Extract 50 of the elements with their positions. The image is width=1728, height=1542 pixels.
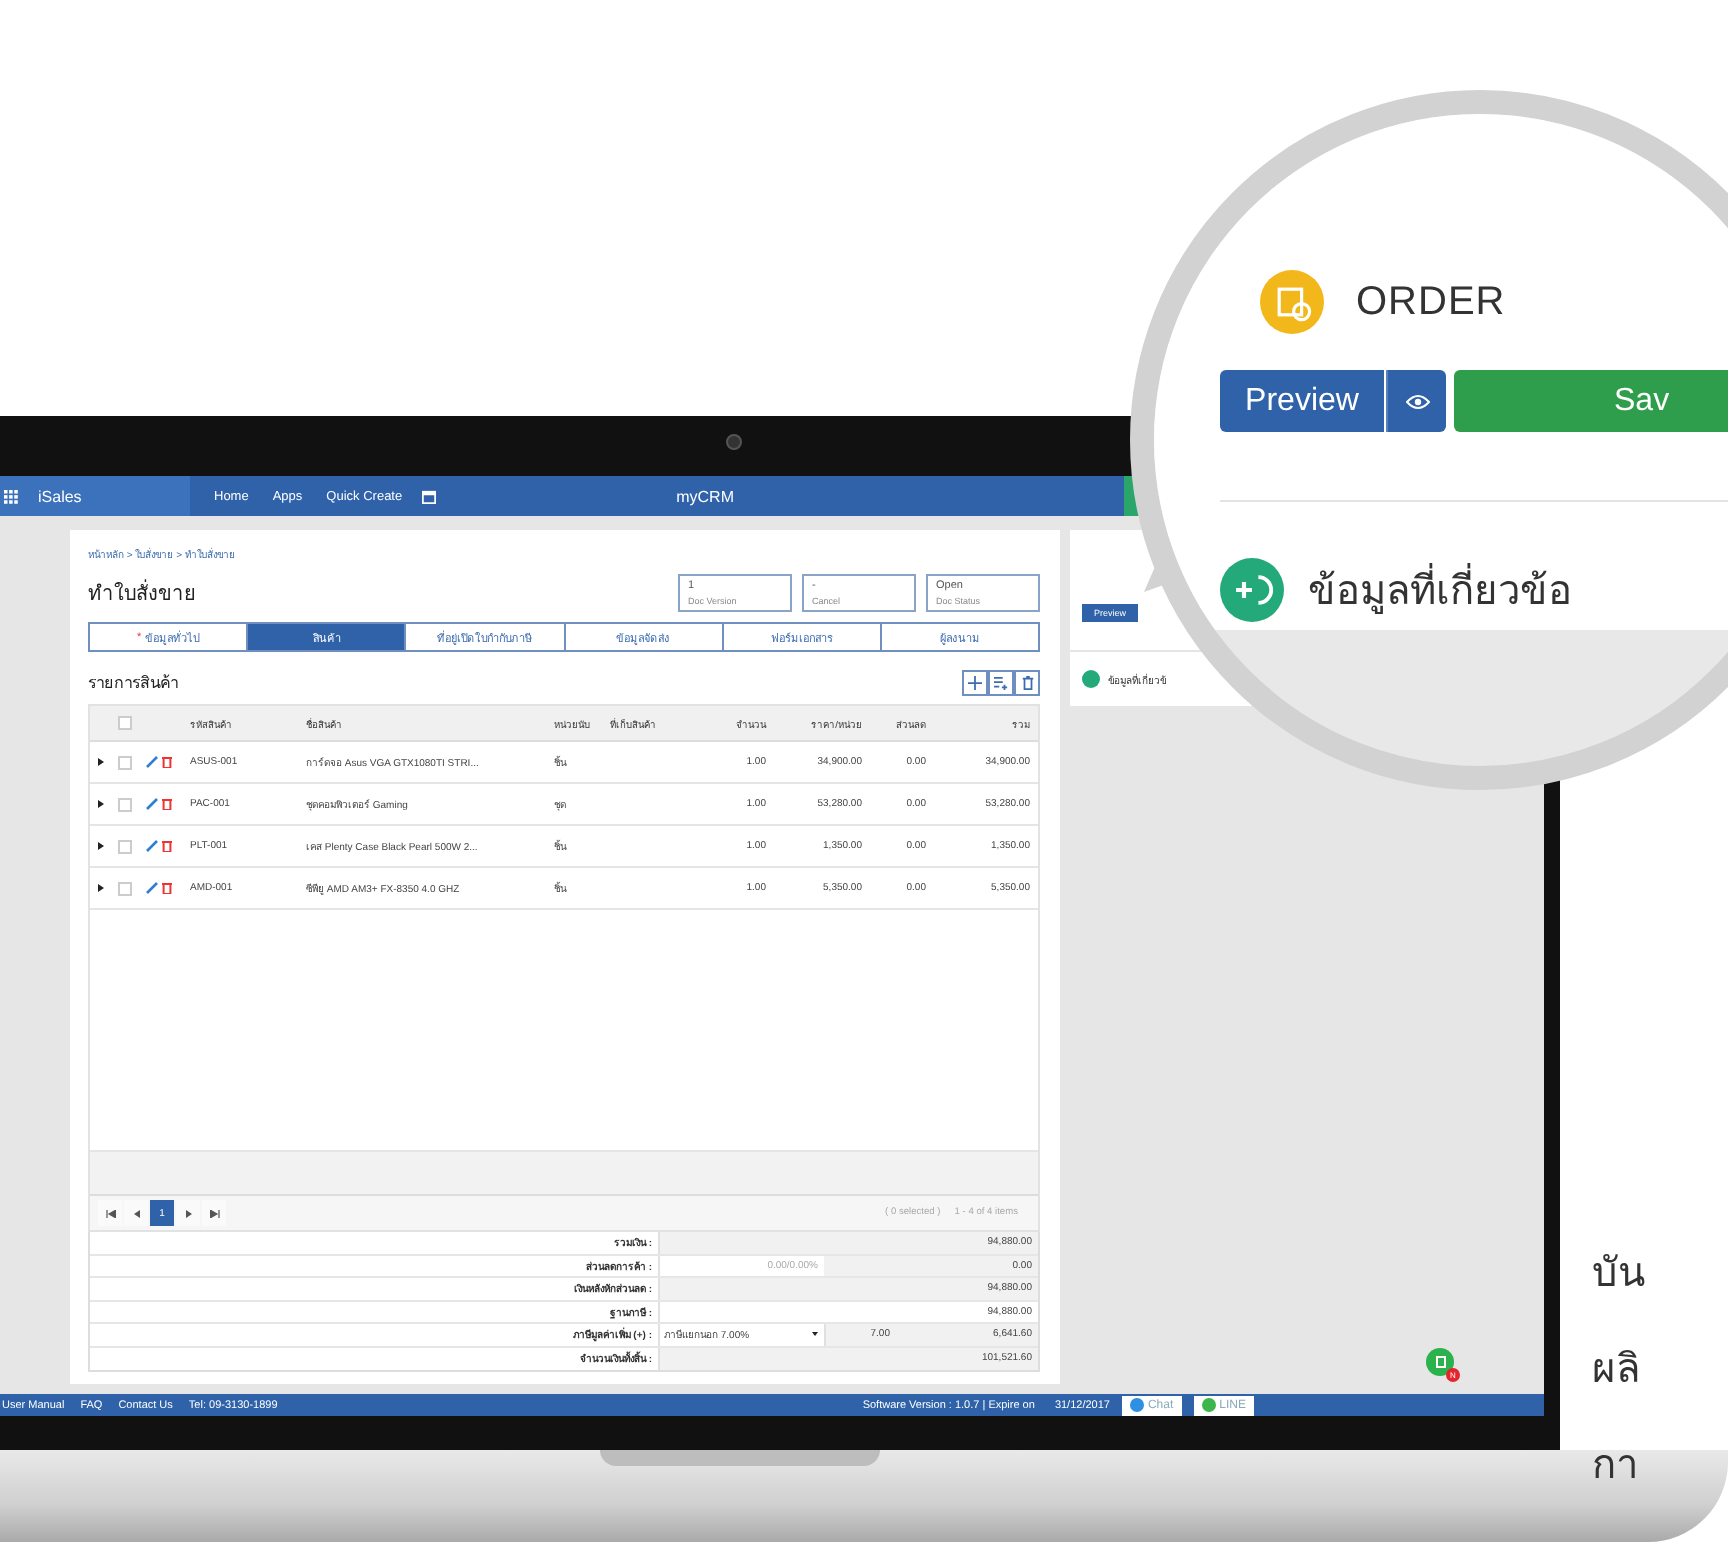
first-page-icon [105, 1209, 115, 1217]
expand-icon[interactable] [98, 758, 104, 766]
expand-icon[interactable] [98, 884, 104, 892]
preview-button[interactable]: Preview [1220, 370, 1384, 432]
next-icon [185, 1209, 191, 1217]
section-title: รายการสินค้า [88, 672, 178, 696]
row-checkbox[interactable] [118, 839, 132, 853]
calendar-icon[interactable] [422, 489, 437, 503]
trash-icon[interactable] [162, 882, 172, 894]
last-page-button[interactable] [202, 1200, 226, 1226]
trash-icon[interactable] [162, 798, 172, 810]
save-button[interactable]: Sav [1454, 370, 1728, 432]
trash-icon[interactable] [162, 756, 172, 768]
grid-icon[interactable] [4, 489, 18, 503]
list-plus-icon [994, 676, 1008, 690]
page-title: ทำใบสั่งขาย [88, 578, 196, 608]
eye-button[interactable] [1386, 370, 1446, 432]
next-page-button[interactable] [176, 1200, 200, 1226]
list-add-button[interactable] [988, 670, 1014, 696]
camera-icon [726, 434, 742, 450]
expand-icon[interactable] [98, 800, 104, 808]
caption-text: กา [1592, 1442, 1640, 1492]
caption-text: บัน [1592, 1250, 1646, 1300]
first-page-button[interactable] [98, 1200, 122, 1226]
row-checkbox[interactable] [118, 755, 132, 769]
add-button[interactable] [962, 670, 988, 696]
caption-text: ผลิ [1592, 1346, 1642, 1396]
edit-icon[interactable] [146, 882, 158, 894]
brand-name: iSales [38, 487, 82, 505]
header-checkbox[interactable] [118, 716, 132, 730]
caret-icon [812, 1332, 818, 1337]
edit-icon[interactable] [146, 798, 158, 810]
plus-icon [968, 676, 982, 690]
trash-icon [1021, 676, 1033, 690]
expand-icon[interactable] [98, 842, 104, 850]
previous-page-button[interactable] [124, 1200, 148, 1226]
trash-icon[interactable] [162, 840, 172, 852]
app-name: myCRM [676, 487, 734, 505]
last-page-icon [209, 1209, 219, 1217]
order-icon [1260, 270, 1324, 334]
edit-icon[interactable] [146, 756, 158, 768]
document-icon [1435, 1356, 1445, 1368]
delete-button[interactable] [1014, 670, 1040, 696]
eye-icon [1405, 393, 1429, 409]
edit-icon[interactable] [146, 840, 158, 852]
previous-icon [133, 1209, 139, 1217]
row-checkbox[interactable] [118, 881, 132, 895]
order-title: ORDER [1356, 279, 1506, 325]
related-info-label: ข้อมูลที่เกี่ยวข้อ [1308, 558, 1572, 622]
row-checkbox[interactable] [118, 797, 132, 811]
